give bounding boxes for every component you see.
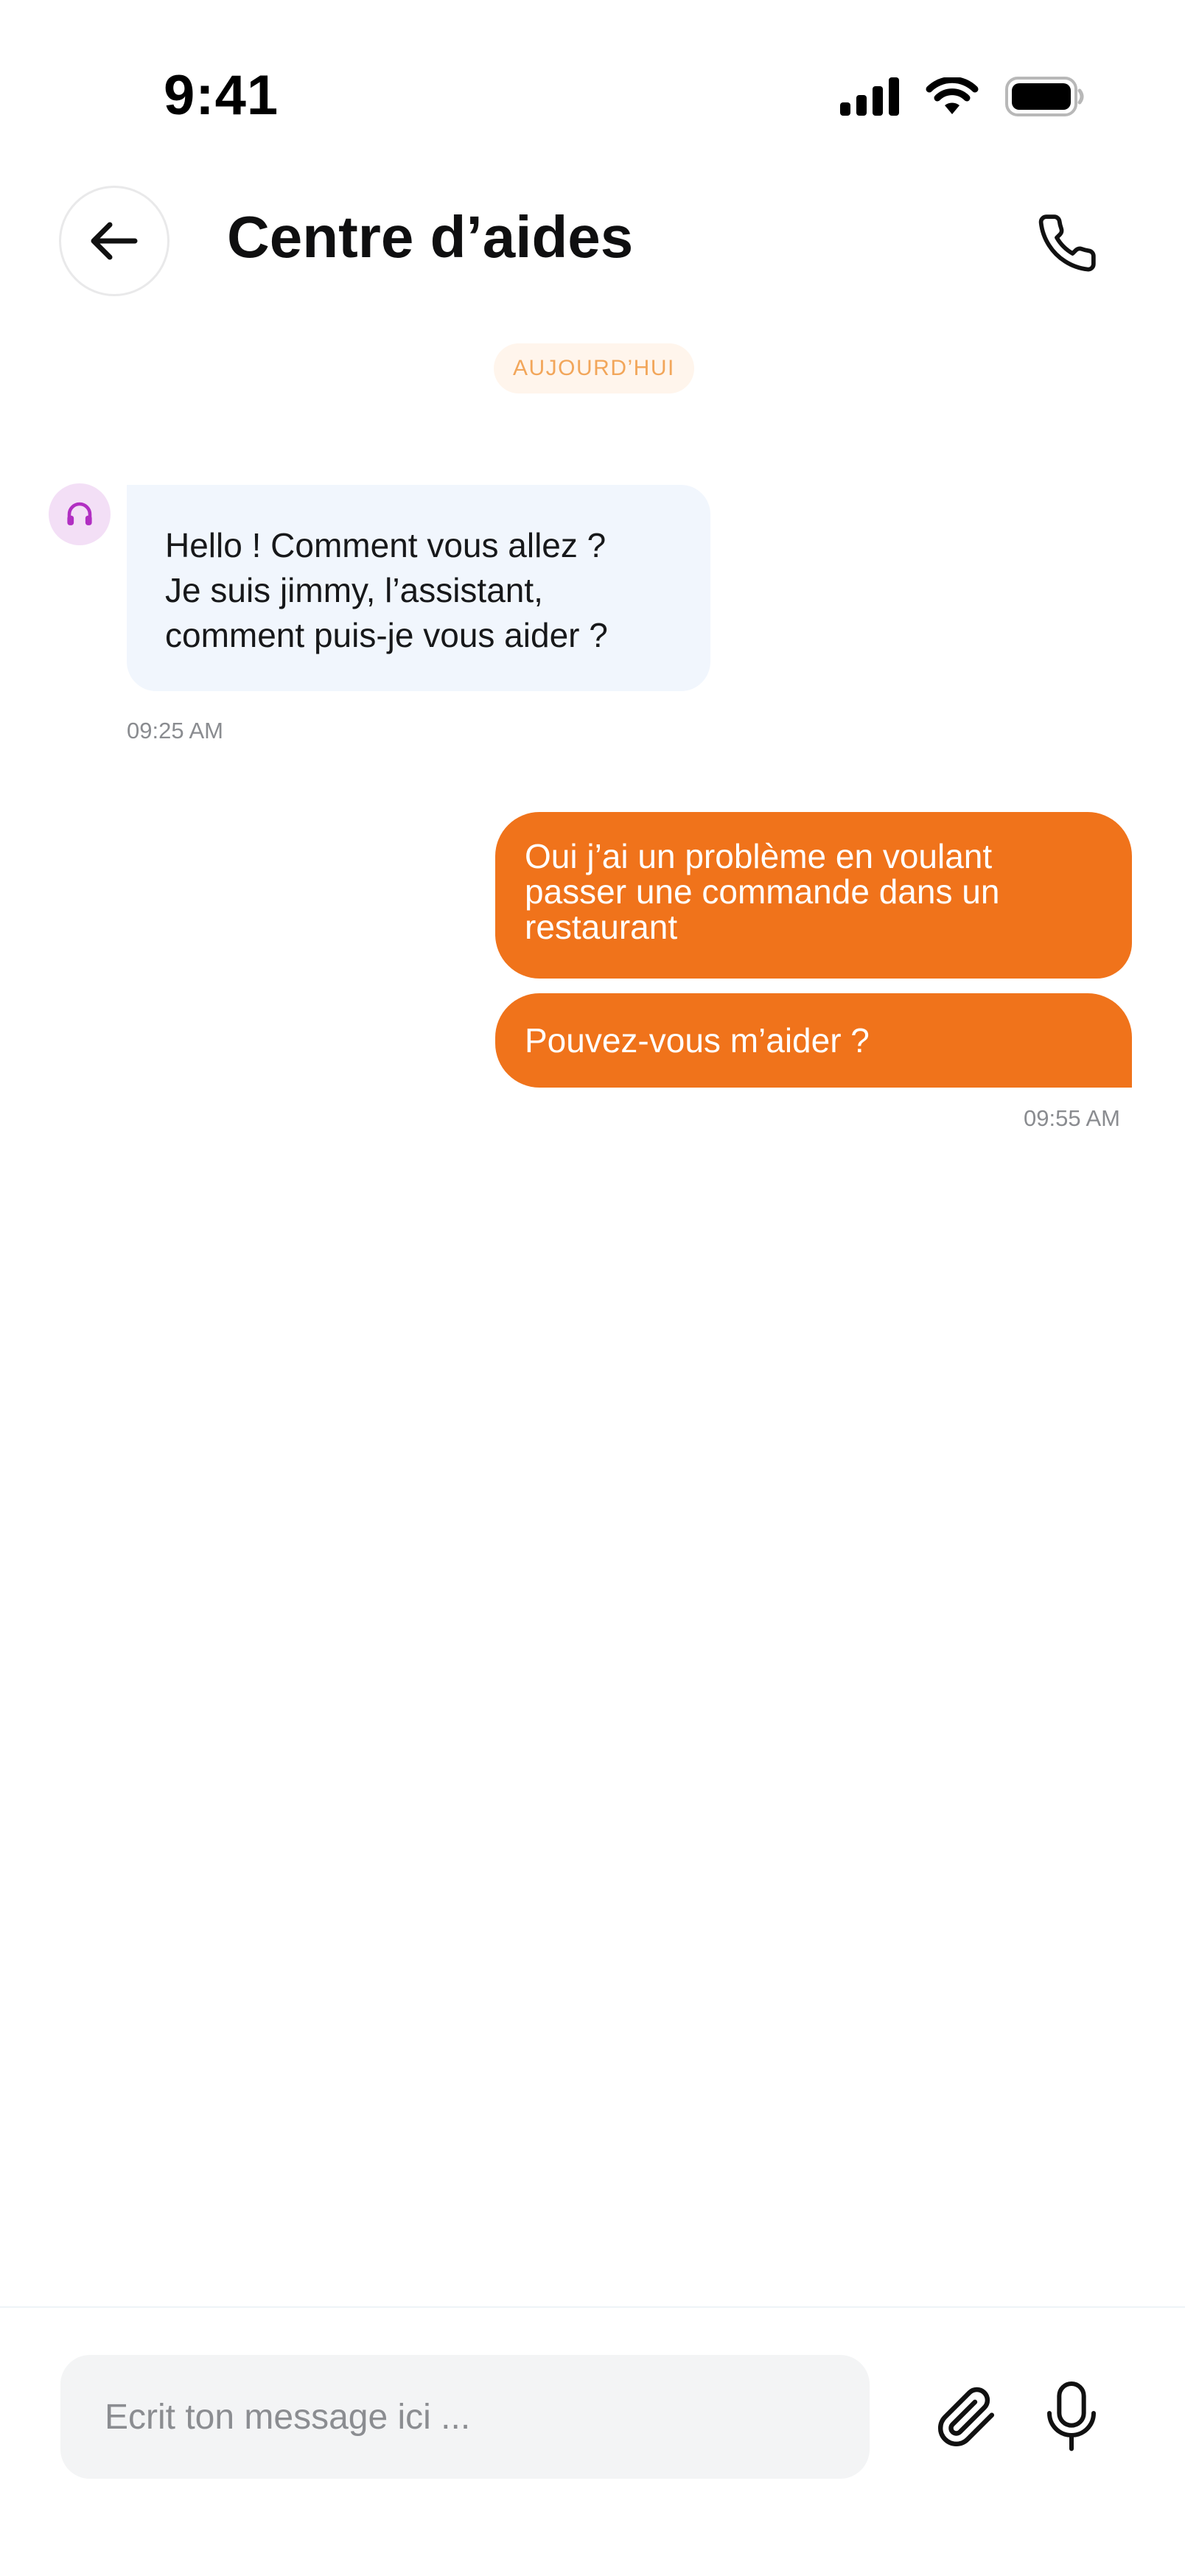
cellular-signal-icon bbox=[840, 77, 899, 116]
wifi-icon bbox=[926, 77, 979, 114]
message-line: passer une commande dans un bbox=[525, 872, 1000, 911]
incoming-message-time: 09:25 AM bbox=[127, 718, 223, 743]
agent-avatar bbox=[49, 483, 111, 545]
composer-divider bbox=[0, 2306, 1185, 2308]
back-button[interactable] bbox=[59, 186, 169, 296]
message-line: comment puis-je vous aider ? bbox=[165, 616, 608, 654]
page-title: Centre d’aides bbox=[227, 204, 634, 270]
call-button[interactable] bbox=[1030, 206, 1104, 280]
status-time: 9:41 bbox=[164, 64, 279, 127]
chat-screen: 9:41 Centre d’aides AUJOURD’HUI Hello ! … bbox=[0, 0, 1185, 2576]
outgoing-message-bubble: Pouvez-vous m’aider ? bbox=[495, 993, 1132, 1088]
headset-icon bbox=[67, 502, 92, 525]
message-line: Oui j’ai un problème en voulant bbox=[525, 837, 993, 875]
message-input[interactable] bbox=[60, 2355, 870, 2479]
phone-icon bbox=[1038, 214, 1096, 272]
battery-icon bbox=[1005, 77, 1084, 116]
arrow-left-icon bbox=[91, 222, 138, 260]
message-line: restaurant bbox=[525, 908, 678, 946]
microphone-button[interactable] bbox=[1035, 2376, 1108, 2458]
message-text: Pouvez-vous m’aider ? bbox=[525, 1021, 870, 1060]
microphone-icon bbox=[1047, 2381, 1096, 2451]
outgoing-message-bubble: Oui j’ai un problème en voulant passer u… bbox=[495, 812, 1132, 979]
outgoing-message-time: 09:55 AM bbox=[1024, 1105, 1120, 1131]
attach-button[interactable] bbox=[930, 2377, 1004, 2458]
message-line: Hello ! Comment vous allez ? bbox=[165, 526, 607, 564]
date-separator: AUJOURD’HUI bbox=[494, 343, 694, 393]
incoming-message-bubble: Hello ! Comment vous allez ? Je suis jim… bbox=[127, 485, 710, 691]
message-line: Je suis jimmy, l’assistant, bbox=[165, 571, 543, 609]
paperclip-icon bbox=[938, 2387, 995, 2446]
status-icons bbox=[840, 71, 1085, 122]
